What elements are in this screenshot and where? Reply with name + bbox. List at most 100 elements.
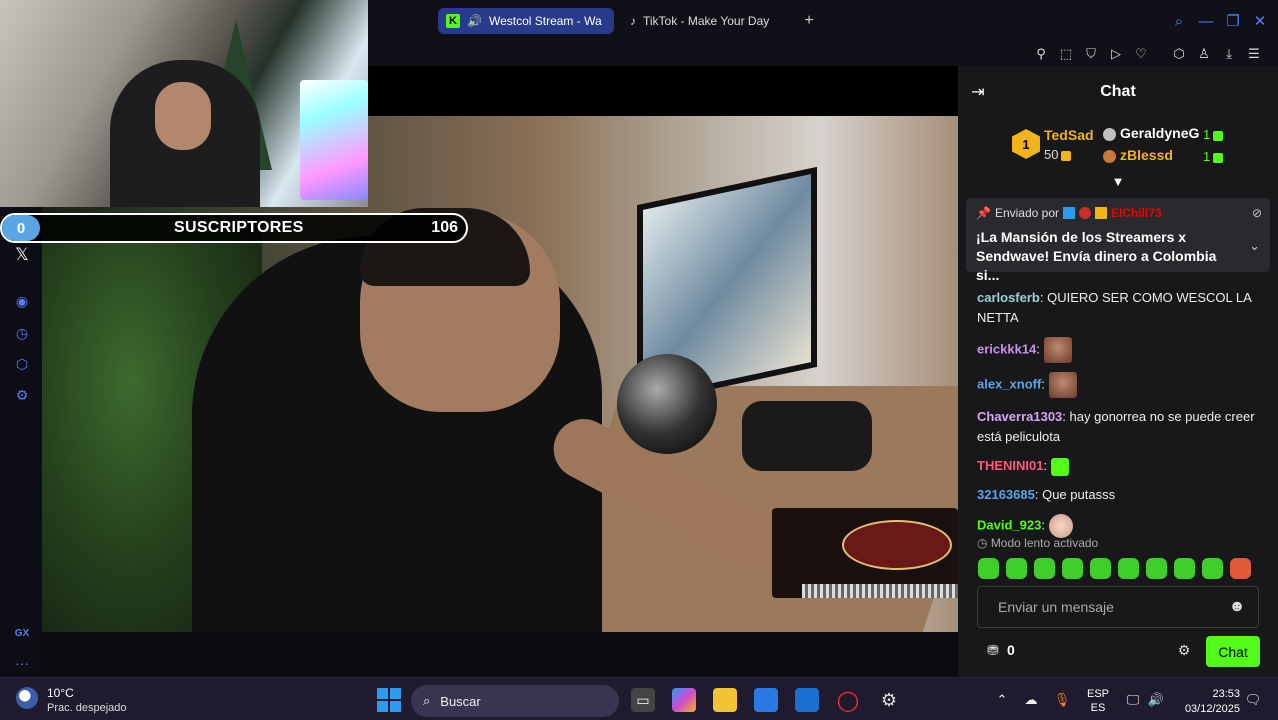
extensions-sidebar-icon[interactable]: ⬡ — [12, 354, 32, 374]
send-chat-button[interactable]: Chat — [1206, 636, 1260, 667]
history-icon[interactable]: ◷ — [12, 323, 32, 343]
tab-label: Westcol Stream - Wa — [488, 14, 602, 28]
emote-icon[interactable] — [1174, 558, 1195, 579]
chat-username[interactable]: erickkk14 — [977, 341, 1036, 356]
task-view-icon[interactable]: ▭ — [631, 688, 655, 712]
network-icon[interactable]: 🖵 — [1123, 690, 1143, 710]
chat-separator: : — [1036, 341, 1044, 357]
emote-icon[interactable] — [1034, 558, 1055, 579]
chat-username[interactable]: alex_xnoff — [977, 376, 1041, 391]
chat-emote-icon[interactable] — [1043, 337, 1072, 363]
chat-message: alex_xnoff: — [977, 372, 1267, 398]
store-icon[interactable] — [754, 688, 778, 712]
notebook-seal — [842, 520, 952, 570]
chat-settings-icon[interactable]: ⚙ — [1175, 641, 1193, 659]
outlook-icon[interactable] — [795, 688, 819, 712]
gx-icon[interactable]: GX — [12, 623, 32, 643]
weather-icon[interactable] — [16, 687, 38, 709]
emote-icon[interactable] — [1146, 558, 1167, 579]
subscriber-goal: 106 — [431, 219, 458, 236]
x-icon[interactable]: 𝕏 — [12, 245, 32, 265]
pin-icon: 📌 — [976, 206, 991, 220]
chat-title: Chat — [1100, 83, 1136, 100]
chat-text: Que putasss — [1042, 487, 1116, 502]
microphone-icon[interactable]: 🎙 — [1052, 690, 1072, 710]
shield-icon[interactable]: ⛉ — [1081, 44, 1101, 64]
play-icon[interactable]: ▷ — [1106, 44, 1126, 64]
extensions-icon[interactable]: ⬡ — [1169, 44, 1189, 64]
chat-separator: : — [1034, 487, 1043, 502]
opera-gx-icon[interactable]: ◯ — [836, 688, 860, 712]
emote-icon[interactable] — [1202, 558, 1223, 579]
close-icon[interactable]: ✕ — [1249, 10, 1271, 32]
chat-separator: : — [1041, 517, 1049, 533]
emote-icon[interactable] — [1090, 558, 1111, 579]
emote-icon[interactable] — [978, 558, 999, 579]
speaker-icon[interactable]: 🔊 — [467, 14, 482, 28]
tab-westcol-stream[interactable]: K 🔊 Westcol Stream - Wa — [438, 8, 614, 34]
pin-icon[interactable]: ⚲ — [1031, 44, 1051, 64]
chat-username[interactable]: THENINI01 — [977, 458, 1043, 473]
clock[interactable]: 23:53 03/12/2025 — [1176, 687, 1240, 717]
expand-leaderboard-icon[interactable]: ▼ — [1109, 174, 1127, 190]
chevron-down-icon[interactable]: ⌄ — [1249, 238, 1260, 254]
search-icon[interactable]: ⌕ — [1168, 10, 1190, 32]
notification-icon[interactable]: 🗨 — [1243, 690, 1263, 710]
settings-icon[interactable]: ⚙ — [12, 385, 32, 405]
chat-message: 32163685: Que putasss — [977, 485, 1267, 505]
snapshot-icon[interactable]: ⬚ — [1056, 44, 1076, 64]
hide-pin-icon[interactable]: ⊘ — [1252, 206, 1262, 220]
leaderboard-first-name[interactable]: TedSad — [1044, 127, 1094, 143]
chat-separator: : — [1062, 409, 1070, 424]
more-icon[interactable]: ··· — [12, 653, 32, 673]
emote-icon[interactable] — [1118, 558, 1139, 579]
chat-emote-icon[interactable] — [1050, 457, 1069, 476]
minimize-icon[interactable]: — — [1195, 10, 1217, 32]
chat-message: David_923: — [977, 514, 1267, 538]
subscriber-goal-bar: 0 SUSCRIPTORES 106 — [0, 213, 468, 243]
chat-message: THENINI01: — [977, 456, 1267, 476]
pinned-text: ¡La Mansión de los Streamers x Sendwave!… — [976, 229, 1217, 283]
language-indicator[interactable]: ESP ES — [1087, 687, 1109, 715]
gift-badge-icon — [1079, 207, 1091, 219]
webcam-overlay — [0, 0, 368, 207]
subscriber-label: SUSCRIPTORES — [174, 219, 304, 236]
gift-icon[interactable]: ⛃ — [984, 641, 1002, 659]
weather-temperature[interactable]: 10°C — [47, 686, 74, 700]
player-icon[interactable]: ◉ — [12, 291, 32, 311]
chat-emote-icon[interactable] — [1048, 372, 1077, 398]
leaderboard-third[interactable]: zBlessd — [1103, 147, 1173, 163]
volume-icon[interactable]: 🔊 — [1146, 690, 1166, 710]
new-tab-button[interactable]: + — [798, 10, 820, 32]
chat-username[interactable]: Chaverra1303 — [977, 409, 1062, 424]
chat-separator: : — [1041, 376, 1049, 392]
profile-icon[interactable]: ♙ — [1194, 44, 1214, 64]
menu-icon[interactable]: ☰ — [1244, 44, 1264, 64]
tab-tiktok[interactable]: ♪ TikTok - Make Your Day — [624, 8, 794, 34]
cloud-icon[interactable]: ☁ — [1021, 690, 1041, 710]
start-button[interactable] — [377, 688, 401, 712]
chat-username[interactable]: 32163685 — [977, 487, 1035, 502]
download-icon[interactable]: ⤓ — [1219, 44, 1239, 64]
steam-icon[interactable]: ⚙ — [877, 688, 901, 712]
file-explorer-icon[interactable] — [713, 688, 737, 712]
leaderboard-second[interactable]: GeraldyneG — [1103, 125, 1199, 141]
chat-message: Chaverra1303: hay gonorrea no se puede c… — [977, 407, 1267, 447]
chat-message-input[interactable]: Enviar un mensaje ☻ — [977, 586, 1259, 628]
weather-condition: Prac. despejado — [47, 702, 127, 714]
heart-icon[interactable]: ♡ — [1131, 44, 1151, 64]
emote-icon[interactable] — [1006, 558, 1027, 579]
maximize-icon[interactable]: ❐ — [1222, 10, 1244, 32]
chat-message: carlosferb: QUIERO SER COMO WESCOL LA NE… — [977, 288, 1267, 328]
chat-username[interactable]: carlosferb — [977, 290, 1040, 305]
chat-emote-icon[interactable] — [1048, 514, 1073, 538]
emote-icon[interactable] — [1230, 558, 1251, 579]
emote-icon[interactable] — [1062, 558, 1083, 579]
subscriber-count: 0 — [2, 215, 40, 241]
copilot-icon[interactable] — [672, 688, 696, 712]
chevron-up-icon[interactable]: ⌃ — [992, 690, 1012, 710]
pinned-message[interactable]: 📌 Enviado por ElChill73 ¡La Mansión de l… — [966, 198, 1270, 283]
taskbar-search[interactable]: ⌕ Buscar — [411, 685, 619, 717]
chat-username[interactable]: David_923 — [977, 517, 1041, 532]
emoji-icon[interactable]: ☻ — [1228, 598, 1246, 616]
